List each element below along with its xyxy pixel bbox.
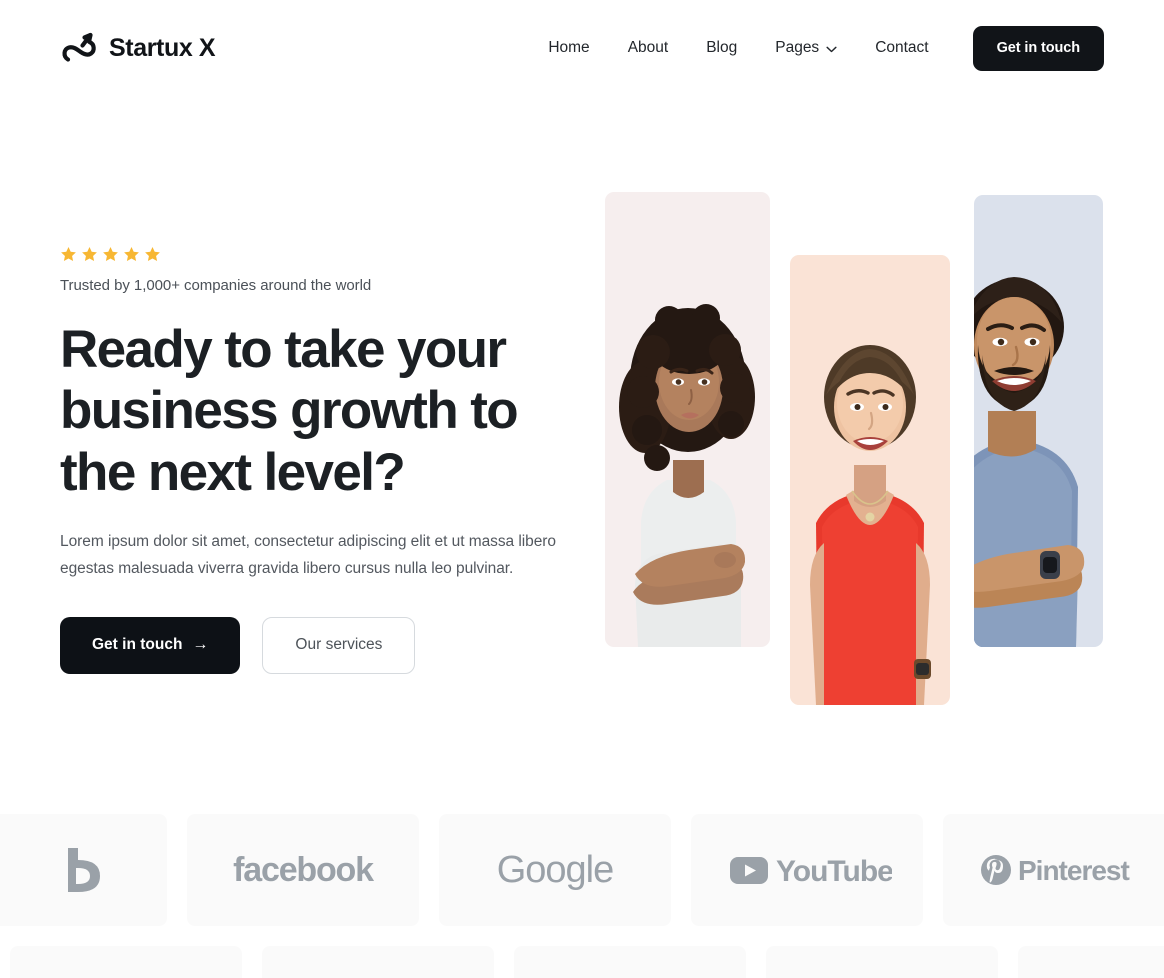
arrow-swirl-logo-icon — [62, 32, 96, 62]
client-logos-section: facebook Google YouTube Pinterest — [0, 786, 1164, 978]
hero-photo-2-image — [790, 255, 950, 705]
nav-item-home[interactable]: Home — [529, 40, 608, 56]
hero-paragraph: Lorem ipsum dolor sit amet, consectetur … — [60, 533, 556, 578]
star-icon — [124, 247, 139, 262]
hero-copy: Trusted by 1,000+ companies around the w… — [60, 246, 580, 674]
landing-page: Startux X Home About Blog Pages Contact … — [0, 0, 1164, 978]
star-icon — [103, 247, 118, 262]
brand-logo[interactable]: Startux X — [60, 28, 216, 68]
hero-photo-gallery — [595, 96, 1164, 786]
logo-row-bottom — [10, 946, 1164, 978]
logo-facebook[interactable]: facebook — [187, 814, 419, 926]
hero-photo-1-image — [605, 192, 770, 647]
svg-text:YouTube: YouTube — [776, 855, 892, 888]
logo-pinterest[interactable]: Pinterest — [943, 814, 1164, 926]
nav-item-label: Contact — [875, 39, 929, 57]
logo-dribbble[interactable] — [0, 814, 167, 926]
dribbble-logo-icon — [68, 848, 100, 892]
chevron-down-icon — [826, 46, 837, 52]
google-logo-icon: Google — [497, 849, 615, 891]
logo-card-row2-2[interactable] — [262, 946, 494, 978]
nav-item-label: Home — [548, 39, 590, 57]
youtube-logo-icon: YouTube — [730, 855, 892, 888]
nav-item-blog[interactable]: Blog — [687, 40, 756, 56]
svg-text:Pinterest: Pinterest — [1018, 855, 1129, 886]
hero-our-services-button[interactable]: Our services — [262, 616, 416, 674]
logo-google[interactable]: Google — [439, 814, 671, 926]
svg-text:facebook: facebook — [233, 851, 374, 889]
svg-text:Google: Google — [497, 849, 614, 891]
hero-photo-bearded-man — [974, 195, 1103, 647]
hero-section: Trusted by 1,000+ companies around the w… — [0, 96, 1164, 786]
hero-get-in-touch-button[interactable]: Get in touch → — [60, 616, 241, 674]
hero-photo-woman-curly-hair — [605, 192, 770, 647]
logo-card-row2-3[interactable] — [514, 946, 746, 978]
facebook-logo-icon: facebook — [233, 851, 375, 889]
nav-item-pages[interactable]: Pages — [756, 40, 856, 56]
main-navigation: Home About Blog Pages Contact Get in tou… — [529, 25, 1104, 71]
page-title: Ready to take your business growth to th… — [60, 320, 519, 502]
star-icon — [61, 247, 76, 262]
arrow-right-icon: → — [192, 636, 209, 654]
hero-cta-row: Get in touch → Our services — [60, 616, 580, 674]
pinterest-logo-icon: Pinterest — [981, 855, 1130, 886]
logo-youtube[interactable]: YouTube — [691, 814, 923, 926]
header-get-in-touch-button[interactable]: Get in touch — [972, 25, 1104, 71]
nav-list: Home About Blog Pages Contact — [529, 40, 947, 56]
star-icon — [145, 247, 160, 262]
logo-card-row2-5[interactable] — [1018, 946, 1164, 978]
rating-stars — [60, 246, 580, 263]
logo-row-top: facebook Google YouTube Pinterest — [0, 814, 1164, 926]
nav-item-contact[interactable]: Contact — [856, 40, 947, 56]
logo-card-row2-1[interactable] — [10, 946, 242, 978]
hero-primary-cta-label: Get in touch — [92, 636, 183, 654]
brand-name: Startux X — [109, 33, 216, 62]
star-icon — [82, 247, 97, 262]
site-header: Startux X Home About Blog Pages Contact … — [0, 0, 1164, 96]
logo-card-row2-4[interactable] — [766, 946, 998, 978]
hero-photo-3-image — [974, 195, 1103, 647]
nav-item-label: Pages — [775, 39, 820, 57]
hero-photo-woman-red-top — [790, 255, 950, 705]
nav-item-about[interactable]: About — [609, 40, 688, 56]
trusted-by-text: Trusted by 1,000+ companies around the w… — [60, 277, 372, 294]
nav-item-label: Blog — [706, 39, 738, 57]
nav-item-label: About — [627, 39, 669, 57]
